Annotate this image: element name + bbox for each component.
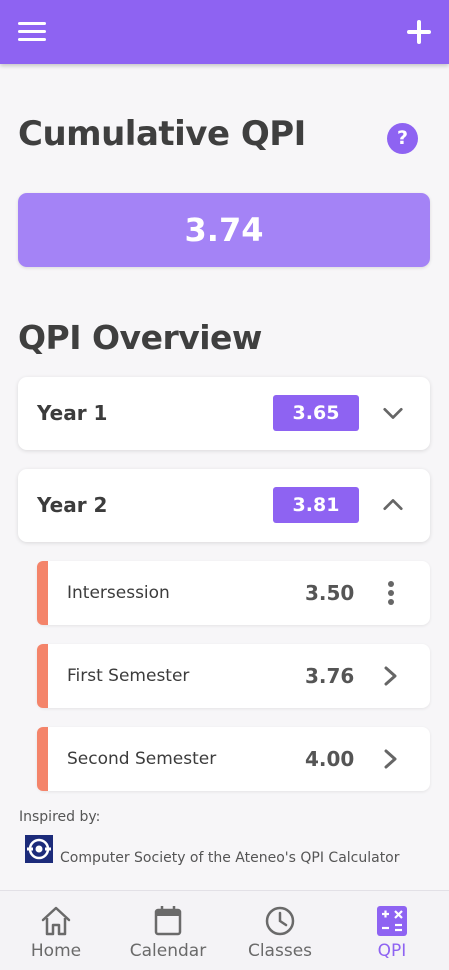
clock-icon <box>263 904 297 938</box>
nav-calendar[interactable]: Calendar <box>118 891 218 970</box>
calculator-icon <box>375 904 409 938</box>
cumulative-qpi-value: 3.74 <box>18 193 430 267</box>
chevron-up-icon[interactable] <box>382 494 403 512</box>
chevron-right-icon[interactable] <box>380 747 402 771</box>
year-card-2[interactable]: Year 2 3.81 <box>18 469 430 542</box>
year-qpi-badge: 3.81 <box>273 487 359 523</box>
nav-label: QPI <box>377 941 407 961</box>
year-label: Year 1 <box>37 401 108 425</box>
nav-label: Calendar <box>129 941 207 961</box>
home-icon <box>39 904 73 938</box>
year-card-1[interactable]: Year 1 3.65 <box>18 377 430 450</box>
more-vertical-icon[interactable] <box>380 581 402 605</box>
qpi-overview-title: QPI Overview <box>18 318 262 357</box>
help-icon[interactable]: ? <box>387 123 418 154</box>
inspired-label: Inspired by: <box>19 809 101 825</box>
semester-label: Intersession <box>67 583 170 603</box>
semester-row-second[interactable]: Second Semester 4.00 <box>37 727 430 791</box>
semester-label: First Semester <box>67 666 190 686</box>
calendar-icon <box>151 904 185 938</box>
semester-accent-bar <box>37 644 48 708</box>
semester-row-intersession[interactable]: Intersession 3.50 <box>37 561 430 625</box>
computer-society-logo <box>24 834 54 864</box>
plus-icon[interactable] <box>407 20 431 44</box>
chevron-right-icon[interactable] <box>380 664 402 688</box>
semester-qpi: 4.00 <box>305 747 355 771</box>
nav-label: Home <box>30 941 82 961</box>
credit-text[interactable]: Computer Society of the Ateneo's QPI Cal… <box>60 850 400 866</box>
semester-qpi: 3.76 <box>305 664 355 688</box>
semester-accent-bar <box>37 727 48 791</box>
nav-label: Classes <box>247 941 313 961</box>
semester-row-first[interactable]: First Semester 3.76 <box>37 644 430 708</box>
app-bar <box>0 0 449 64</box>
semester-accent-bar <box>37 561 48 625</box>
semester-label: Second Semester <box>67 749 217 769</box>
chevron-down-icon[interactable] <box>382 402 403 420</box>
year-qpi-badge: 3.65 <box>273 395 359 431</box>
semester-qpi: 3.50 <box>305 581 355 605</box>
year-label: Year 2 <box>37 493 108 517</box>
bottom-navigation: Home Calendar Classes QPI <box>0 890 449 970</box>
nav-classes[interactable]: Classes <box>230 891 330 970</box>
nav-qpi[interactable]: QPI <box>342 891 442 970</box>
hamburger-menu-icon[interactable] <box>18 22 46 42</box>
page-title: Cumulative QPI <box>18 114 306 154</box>
nav-home[interactable]: Home <box>6 891 106 970</box>
